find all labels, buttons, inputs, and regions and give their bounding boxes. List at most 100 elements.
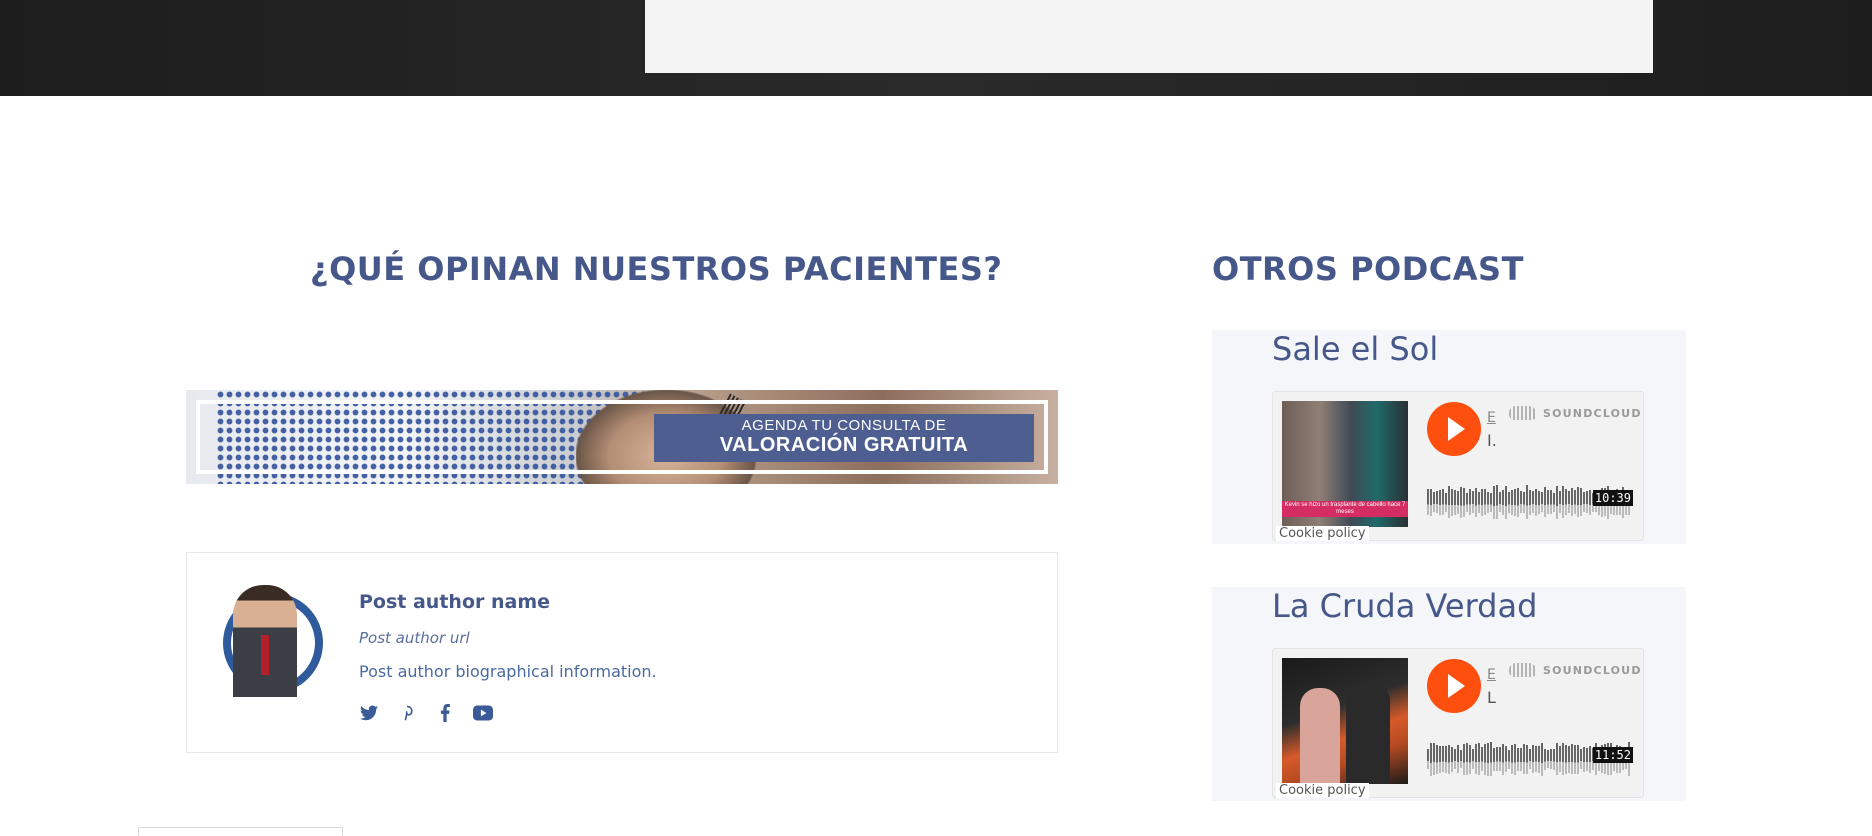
twitter-icon[interactable] <box>359 703 379 723</box>
waveform-bar <box>1562 486 1564 518</box>
waveform-bar <box>1448 486 1450 518</box>
play-button[interactable] <box>1427 659 1481 713</box>
waveform[interactable]: 10:39 <box>1427 480 1633 524</box>
track-artist-link[interactable]: E <box>1487 410 1496 426</box>
waveform-bar <box>1589 745 1591 773</box>
banner-cta-box: AGENDA TU CONSULTA DE VALORACIÓN GRATUIT… <box>654 414 1034 462</box>
track-name[interactable]: L <box>1487 688 1496 707</box>
waveform-bar <box>1427 489 1429 515</box>
track-name[interactable]: I. <box>1487 431 1497 450</box>
soundcloud-player[interactable]: Kevin se hizo un trasplante de cabello h… <box>1272 391 1644 541</box>
podcast-title: La Cruda Verdad <box>1272 587 1538 625</box>
waveform-bar <box>1487 742 1489 776</box>
waveform-bar <box>1505 485 1507 519</box>
waveform-bar <box>1502 489 1504 515</box>
waveform-bar <box>1436 491 1438 513</box>
soundcloud-brand: SOUNDCLOUD <box>1543 406 1642 420</box>
waveform-bar <box>1553 748 1555 770</box>
waveform-bar <box>1586 491 1588 513</box>
testimonials-heading: ¿QUÉ OPINAN NUESTROS PACIENTES? <box>310 250 1003 288</box>
soundcloud-icon <box>1509 406 1537 420</box>
pinterest-icon[interactable] <box>397 703 417 723</box>
track-duration: 11:52 <box>1592 747 1633 763</box>
waveform-bar <box>1454 749 1456 769</box>
waveform-bar <box>1535 746 1537 772</box>
waveform-bar <box>1541 742 1543 776</box>
waveform-bar <box>1496 485 1498 519</box>
soundcloud-brand: SOUNDCLOUD <box>1543 663 1642 677</box>
waveform-bar <box>1562 743 1564 775</box>
waveform-bar <box>1505 746 1507 772</box>
podcasts-heading: OTROS PODCAST <box>1212 250 1524 288</box>
track-artwork[interactable] <box>1282 658 1408 784</box>
waveform-bar <box>1574 744 1576 774</box>
waveform-bar <box>1565 744 1567 774</box>
youtube-icon[interactable] <box>473 703 493 723</box>
waveform-bar <box>1526 485 1528 519</box>
waveform-bar <box>1532 745 1534 773</box>
author-url[interactable]: Post author url <box>359 629 470 647</box>
waveform-bar <box>1502 743 1504 775</box>
waveform-bar <box>1508 749 1510 769</box>
waveform-bar <box>1439 489 1441 515</box>
waveform-bar <box>1517 747 1519 771</box>
track-artwork[interactable]: Kevin se hizo un trasplante de cabello h… <box>1282 401 1408 527</box>
waveform-bar <box>1523 744 1525 774</box>
bottom-widget-edge <box>138 827 343 836</box>
waveform-bar <box>1589 489 1591 515</box>
waveform-bar <box>1514 488 1516 516</box>
waveform-bar <box>1472 749 1474 769</box>
waveform-bar <box>1484 489 1486 515</box>
waveform-bar <box>1574 490 1576 514</box>
waveform-bar <box>1427 749 1429 769</box>
track-artist-link[interactable]: E <box>1487 667 1496 683</box>
podcast-title: Sale el Sol <box>1272 330 1439 368</box>
waveform-bar <box>1475 487 1477 517</box>
waveform[interactable]: 11:52 <box>1427 737 1633 781</box>
waveform-bar <box>1466 492 1468 512</box>
waveform-bar <box>1484 743 1486 775</box>
waveform-bar <box>1517 487 1519 517</box>
waveform-bar <box>1565 489 1567 515</box>
waveform-bar <box>1529 749 1531 769</box>
soundcloud-logo[interactable]: SOUNDCLOUD <box>1509 406 1642 420</box>
play-button[interactable] <box>1427 402 1481 456</box>
waveform-bar <box>1586 747 1588 771</box>
author-name[interactable]: Post author name <box>359 591 550 613</box>
podcast-card: Sale el Sol Kevin se hizo un trasplante … <box>1212 330 1686 544</box>
author-box: Post author name Post author url Post au… <box>186 552 1058 753</box>
waveform-bar <box>1493 485 1495 519</box>
waveform-bar <box>1475 744 1477 774</box>
waveform-bar <box>1439 745 1441 773</box>
waveform-bar <box>1511 744 1513 774</box>
soundcloud-logo[interactable]: SOUNDCLOUD <box>1509 663 1642 677</box>
facebook-icon[interactable] <box>435 703 455 723</box>
consultation-banner[interactable]: AGENDA TU CONSULTA DE VALORACIÓN GRATUIT… <box>186 390 1058 484</box>
waveform-bar <box>1547 490 1549 514</box>
waveform-bar <box>1538 745 1540 773</box>
waveform-bar <box>1457 490 1459 514</box>
waveform-bar <box>1580 488 1582 516</box>
soundcloud-icon <box>1509 663 1537 677</box>
waveform-bar <box>1460 750 1462 768</box>
waveform-bar <box>1523 491 1525 513</box>
waveform-bar <box>1559 746 1561 772</box>
waveform-bar <box>1445 492 1447 512</box>
waveform-bar <box>1526 744 1528 774</box>
waveform-bar <box>1493 747 1495 771</box>
waveform-bar <box>1541 492 1543 512</box>
waveform-bar <box>1433 492 1435 512</box>
cookie-policy-link[interactable]: Cookie policy <box>1276 526 1369 541</box>
waveform-bar <box>1451 746 1453 772</box>
waveform-bar <box>1472 491 1474 513</box>
waveform-bar <box>1508 491 1510 513</box>
waveform-bar <box>1469 744 1471 774</box>
waveform-bar <box>1442 746 1444 772</box>
banner-cta-line1: AGENDA TU CONSULTA DE <box>741 417 947 434</box>
waveform-bar <box>1481 747 1483 771</box>
waveform-bar <box>1529 489 1531 515</box>
soundcloud-player[interactable]: E L SOUNDCLOUD 11:52 Cookie policy <box>1272 648 1644 798</box>
waveform-bar <box>1436 744 1438 774</box>
cookie-policy-link[interactable]: Cookie policy <box>1276 783 1369 798</box>
waveform-bar <box>1496 747 1498 771</box>
